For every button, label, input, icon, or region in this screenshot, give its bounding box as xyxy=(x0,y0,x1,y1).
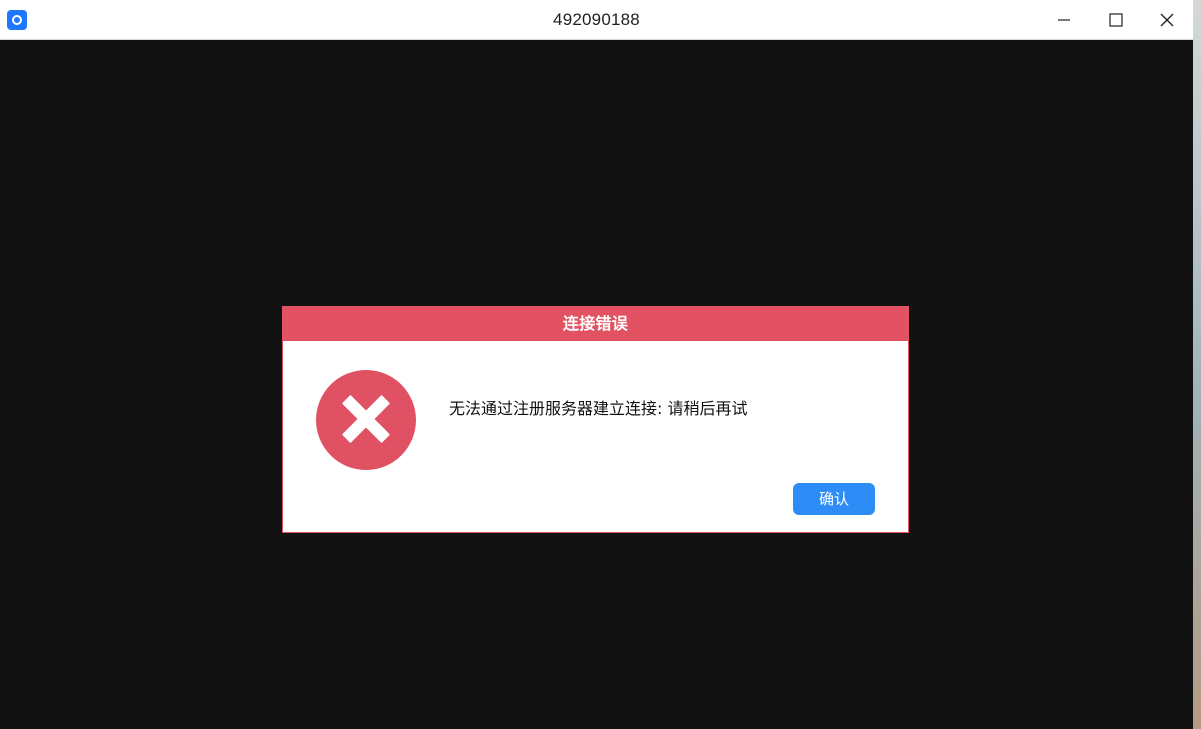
minimize-icon xyxy=(1058,19,1070,21)
error-message: 无法通过注册服务器建立连接: 请稍后再试 xyxy=(449,399,748,418)
connection-error-dialog: 连接错误 无法通过注册服务器建立连接: 请稍后再试 确认 xyxy=(282,306,909,533)
confirm-button[interactable]: 确认 xyxy=(793,483,875,515)
maximize-button[interactable] xyxy=(1093,0,1139,40)
app-window: 492090188 连接错误 无法通过注册服务器建立连接: 请稍后再试 确认 xyxy=(0,0,1193,729)
dialog-title: 连接错误 xyxy=(283,307,908,341)
window-title: 492090188 xyxy=(553,10,640,29)
title-bar: 492090188 xyxy=(0,0,1193,40)
close-button[interactable] xyxy=(1144,0,1190,40)
minimize-button[interactable] xyxy=(1041,0,1087,40)
maximize-icon xyxy=(1109,13,1123,27)
close-icon xyxy=(1160,13,1174,27)
desktop-background-edge xyxy=(1193,0,1201,729)
error-x-icon xyxy=(316,370,416,470)
